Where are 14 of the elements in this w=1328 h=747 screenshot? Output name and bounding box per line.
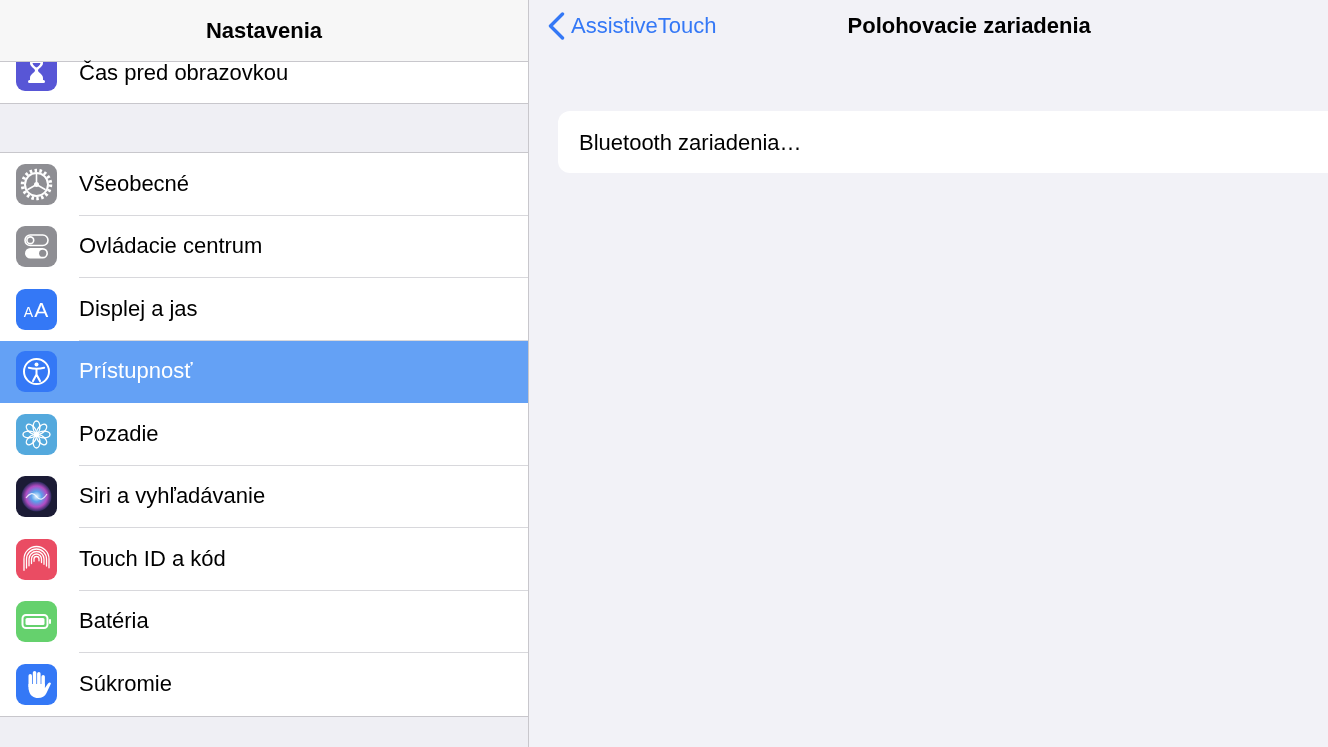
toggle-switches-icon <box>16 226 57 268</box>
battery-icon <box>16 601 57 643</box>
gear-icon <box>16 163 57 205</box>
text-size-icon: AA <box>16 288 57 330</box>
flower-icon <box>16 413 57 455</box>
fingerprint-icon <box>16 538 57 580</box>
glowing-orb-icon <box>16 476 57 518</box>
sidebar-title: Nastavenia <box>205 17 323 44</box>
accessibility-icon <box>16 351 57 393</box>
back-button[interactable]: AssistiveTouch <box>548 12 717 40</box>
hand-icon <box>16 663 57 705</box>
page-title: Polohovacie zariadenia <box>847 13 1091 39</box>
settings-list-item[interactable]: Bluetooth zariadenia… <box>558 111 1328 173</box>
chevron-left-icon <box>548 12 565 40</box>
